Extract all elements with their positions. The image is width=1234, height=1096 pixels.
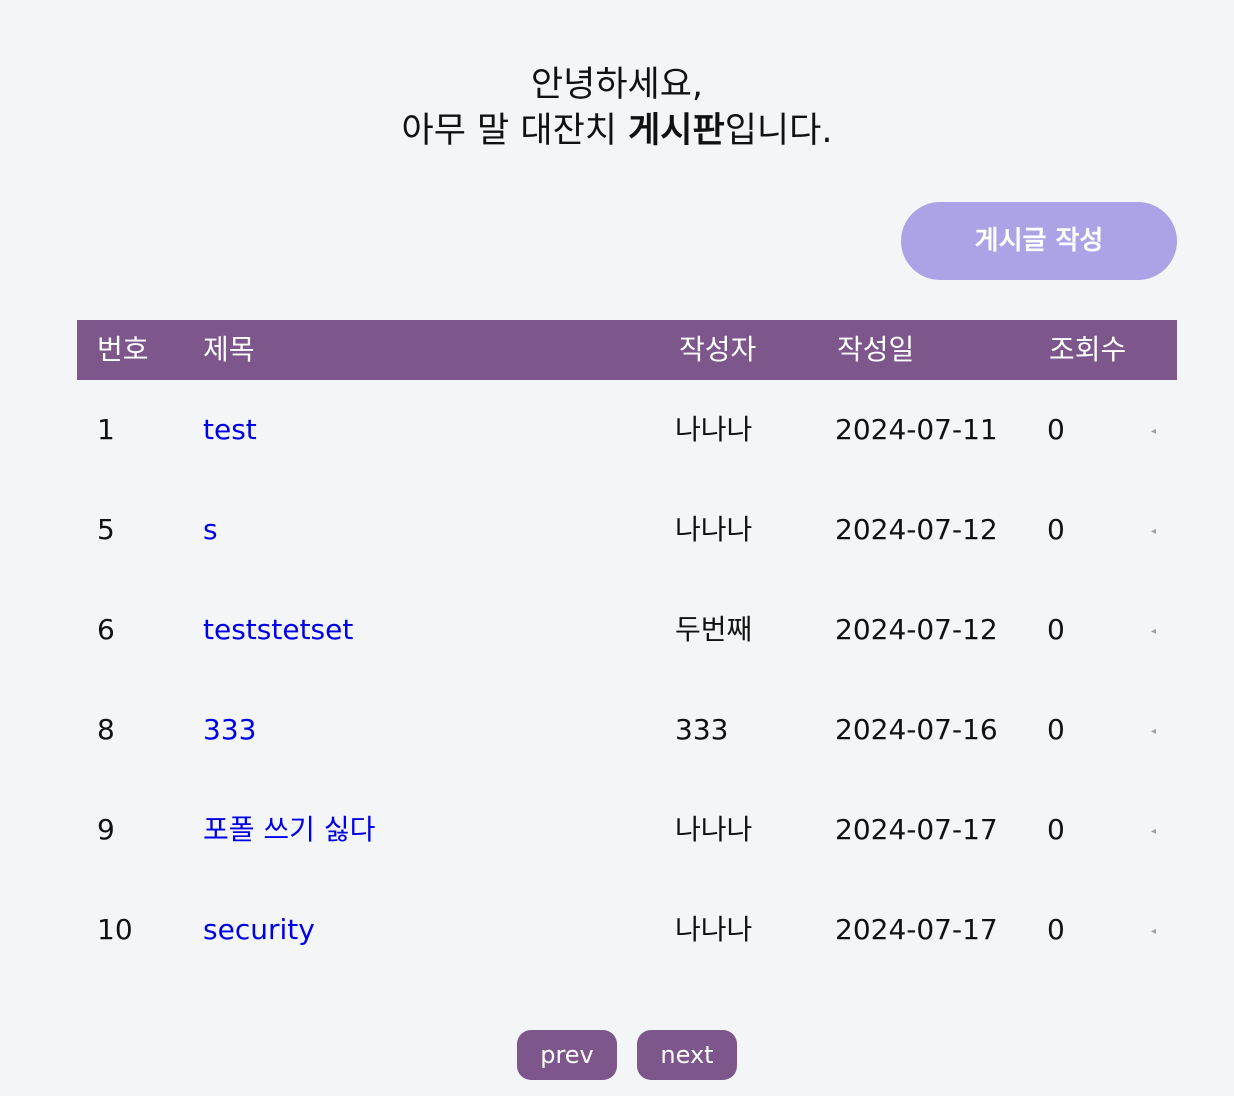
post-number: 1 xyxy=(97,413,115,446)
post-views: 0 xyxy=(1047,413,1065,446)
post-title-link[interactable]: 333 xyxy=(203,680,256,780)
row-marker-icon: ◂ xyxy=(1151,426,1157,437)
post-views: 0 xyxy=(1047,813,1065,846)
post-title-link[interactable]: 포폴 쓰기 싫다 xyxy=(203,780,375,880)
post-title-link[interactable]: s xyxy=(203,480,218,580)
pagination: prev next xyxy=(517,1030,737,1080)
row-marker-icon: ◂ xyxy=(1151,526,1157,537)
board-page: 안녕하세요, 아무 말 대잔치 게시판입니다. 게시글 작성 번호 제목 작성자… xyxy=(0,0,1234,1096)
post-views: 0 xyxy=(1047,513,1065,546)
post-views: 0 xyxy=(1047,713,1065,746)
table-row: 10 security 나나나 2024-07-17 0 ◂ xyxy=(77,880,1177,980)
write-post-button[interactable]: 게시글 작성 xyxy=(901,202,1177,280)
post-number: 6 xyxy=(97,613,115,646)
table-row: 9 포폴 쓰기 싫다 나나나 2024-07-17 0 ◂ xyxy=(77,780,1177,880)
greeting-line-1: 안녕하세요, xyxy=(530,65,704,105)
post-number: 10 xyxy=(97,913,133,946)
post-date: 2024-07-17 xyxy=(835,813,998,846)
post-author: 나나나 xyxy=(675,513,753,546)
post-date: 2024-07-12 xyxy=(835,513,998,546)
next-page-button[interactable]: next xyxy=(637,1030,737,1080)
post-date: 2024-07-16 xyxy=(835,713,998,746)
table-row: 8 333 333 2024-07-16 0 ◂ xyxy=(77,680,1177,780)
header-views: 조회수 xyxy=(1049,333,1127,366)
post-number: 9 xyxy=(97,813,115,846)
table-row: 6 teststetset 두번째 2024-07-12 0 ◂ xyxy=(77,580,1177,680)
post-title-link[interactable]: teststetset xyxy=(203,580,353,680)
row-marker-icon: ◂ xyxy=(1151,626,1157,637)
post-title-link[interactable]: security xyxy=(203,880,315,980)
greeting-suffix: 입니다. xyxy=(724,111,833,151)
post-number: 8 xyxy=(97,713,115,746)
row-marker-icon: ◂ xyxy=(1151,926,1157,937)
post-date: 2024-07-11 xyxy=(835,413,998,446)
row-marker-icon: ◂ xyxy=(1151,826,1157,837)
greeting-prefix: 아무 말 대잔치 xyxy=(401,111,629,151)
post-views: 0 xyxy=(1047,613,1065,646)
post-title-link[interactable]: test xyxy=(203,380,257,480)
greeting-line-2: 아무 말 대잔치 게시판입니다. xyxy=(0,108,1234,154)
header-author: 작성자 xyxy=(679,333,757,366)
header-number: 번호 xyxy=(97,333,149,366)
post-author: 나나나 xyxy=(675,413,753,446)
table-header: 번호 제목 작성자 작성일 조회수 xyxy=(77,320,1177,380)
post-date: 2024-07-17 xyxy=(835,913,998,946)
post-author: 나나나 xyxy=(675,913,753,946)
post-table: 번호 제목 작성자 작성일 조회수 1 test 나나나 2024-07-11 … xyxy=(77,320,1177,980)
post-number: 5 xyxy=(97,513,115,546)
table-row: 1 test 나나나 2024-07-11 0 ◂ xyxy=(77,380,1177,480)
row-marker-icon: ◂ xyxy=(1151,726,1157,737)
post-views: 0 xyxy=(1047,913,1065,946)
post-author: 333 xyxy=(675,713,729,746)
greeting-heading: 안녕하세요, 아무 말 대잔치 게시판입니다. xyxy=(0,62,1234,154)
post-date: 2024-07-12 xyxy=(835,613,998,646)
greeting-board-name: 게시판 xyxy=(628,111,725,151)
prev-page-button[interactable]: prev xyxy=(517,1030,617,1080)
post-author: 두번째 xyxy=(675,613,753,646)
post-author: 나나나 xyxy=(675,813,753,846)
table-row: 5 s 나나나 2024-07-12 0 ◂ xyxy=(77,480,1177,580)
header-date: 작성일 xyxy=(837,333,915,366)
header-title: 제목 xyxy=(203,333,255,366)
